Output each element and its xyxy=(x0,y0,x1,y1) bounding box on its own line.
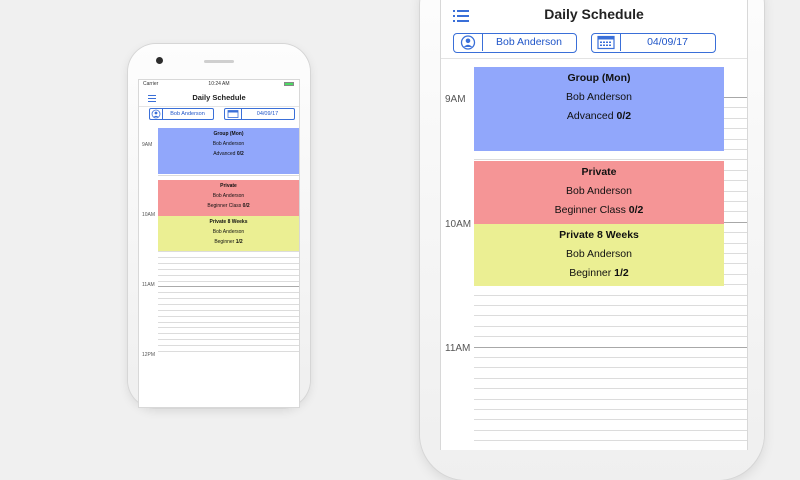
calendar-icon xyxy=(592,34,621,51)
hour-label: 10AM xyxy=(445,219,472,230)
phone-small-screen: Carrier 10:24 AM Daily Schedule Bob Ande… xyxy=(138,79,300,408)
event-instructor: Bob Anderson xyxy=(566,91,632,103)
slot-line xyxy=(474,398,747,400)
phone-large-screen: Daily Schedule Bob Anderson 04/09/17 9AM… xyxy=(440,0,748,450)
slot-line xyxy=(158,280,299,282)
slot-line xyxy=(474,440,747,442)
slot-line xyxy=(474,325,747,327)
event-title: Private 8 Weeks xyxy=(559,229,639,241)
hour-label: 9AM xyxy=(445,94,466,105)
instructor-selector[interactable]: Bob Anderson xyxy=(453,33,577,53)
slot-line xyxy=(158,333,299,335)
event-title: Private xyxy=(581,166,617,178)
slot-line xyxy=(158,298,299,300)
slot-line xyxy=(158,175,299,177)
status-bar: Carrier 10:24 AM xyxy=(139,80,299,89)
slot-line xyxy=(158,315,299,317)
slot-line xyxy=(474,367,747,369)
event-level: Beginner 1/2 xyxy=(214,239,243,245)
slot-line xyxy=(158,303,299,305)
event-title: Group (Mon) xyxy=(213,131,244,137)
slot-line xyxy=(474,377,747,379)
event-instructor: Bob Anderson xyxy=(566,185,632,197)
event-instructor: Bob Anderson xyxy=(212,193,245,199)
status-time: 10:24 AM xyxy=(208,81,230,87)
hour-label: 10AM xyxy=(142,212,156,218)
camera-icon xyxy=(156,57,163,64)
person-icon xyxy=(454,34,483,51)
slot-line xyxy=(158,257,299,259)
slot-line xyxy=(474,419,747,421)
slot-line xyxy=(474,315,747,317)
hour-label: 11AM xyxy=(142,282,155,288)
slot-line xyxy=(158,344,299,346)
slot-line xyxy=(158,327,299,329)
slot-line xyxy=(158,292,299,294)
date-selector[interactable]: 04/09/17 xyxy=(591,33,716,53)
page-title: Daily Schedule xyxy=(544,6,644,22)
date-value: 04/09/17 xyxy=(647,36,688,48)
hour-label: 9AM xyxy=(142,142,153,148)
event-level: Beginner Class 0/2 xyxy=(554,204,644,216)
hour-label: 11AM xyxy=(445,343,471,354)
date-value: 04/09/17 xyxy=(256,111,279,117)
person-icon xyxy=(150,109,163,119)
event-card-group[interactable]: Group (Mon) Bob Anderson Advanced 0/2 xyxy=(474,67,724,151)
hour-line xyxy=(474,346,747,348)
slot-line xyxy=(158,268,299,270)
page-title: Daily Schedule xyxy=(192,93,246,102)
event-card-private[interactable]: Private Bob Anderson Beginner Class 0/2 xyxy=(474,161,724,224)
slot-line xyxy=(474,409,747,410)
event-level: Beginner 1/2 xyxy=(569,267,629,279)
event-instructor: Bob Anderson xyxy=(212,141,245,147)
slot-line xyxy=(158,263,299,264)
event-card-private-8-weeks[interactable]: Private 8 Weeks Bob Anderson Beginner 1/… xyxy=(474,224,724,286)
event-card-private-8-weeks[interactable]: Private 8 Weeks Bob Anderson Beginner 1/… xyxy=(158,216,299,251)
slot-line xyxy=(474,357,747,358)
event-level: Beginner Class 0/2 xyxy=(207,203,250,209)
calendar-icon xyxy=(225,109,242,119)
slot-line xyxy=(474,336,747,338)
event-card-group[interactable]: Group (Mon) Bob Anderson Advanced 0/2 xyxy=(158,128,299,174)
header-divider xyxy=(441,58,747,59)
slot-line xyxy=(474,305,747,306)
hour-line xyxy=(158,286,299,288)
date-selector[interactable]: 04/09/17 xyxy=(224,108,295,120)
slot-line xyxy=(158,339,299,341)
event-instructor: Bob Anderson xyxy=(212,229,245,235)
battery-icon xyxy=(284,82,294,86)
header-divider xyxy=(139,106,299,107)
slot-line xyxy=(158,274,299,276)
slot-line xyxy=(158,251,299,253)
slot-line xyxy=(474,294,747,296)
event-title: Group (Mon) xyxy=(567,72,631,84)
speaker-grille xyxy=(204,60,234,63)
instructor-value: Bob Anderson xyxy=(170,111,205,117)
event-title: Private xyxy=(220,183,237,189)
slot-line xyxy=(158,309,299,311)
instructor-selector[interactable]: Bob Anderson xyxy=(149,108,214,120)
slot-line xyxy=(474,388,747,390)
slot-line xyxy=(158,350,299,352)
event-level: Advanced 0/2 xyxy=(213,151,244,157)
event-card-private[interactable]: Private Bob Anderson Beginner Class 0/2 xyxy=(158,180,299,216)
slot-line xyxy=(158,321,299,323)
hour-label: 12PM xyxy=(142,352,156,358)
event-instructor: Bob Anderson xyxy=(566,248,632,260)
event-level: Advanced 0/2 xyxy=(566,110,632,122)
slot-line xyxy=(474,429,747,431)
event-title: Private 8 Weeks xyxy=(209,219,248,225)
